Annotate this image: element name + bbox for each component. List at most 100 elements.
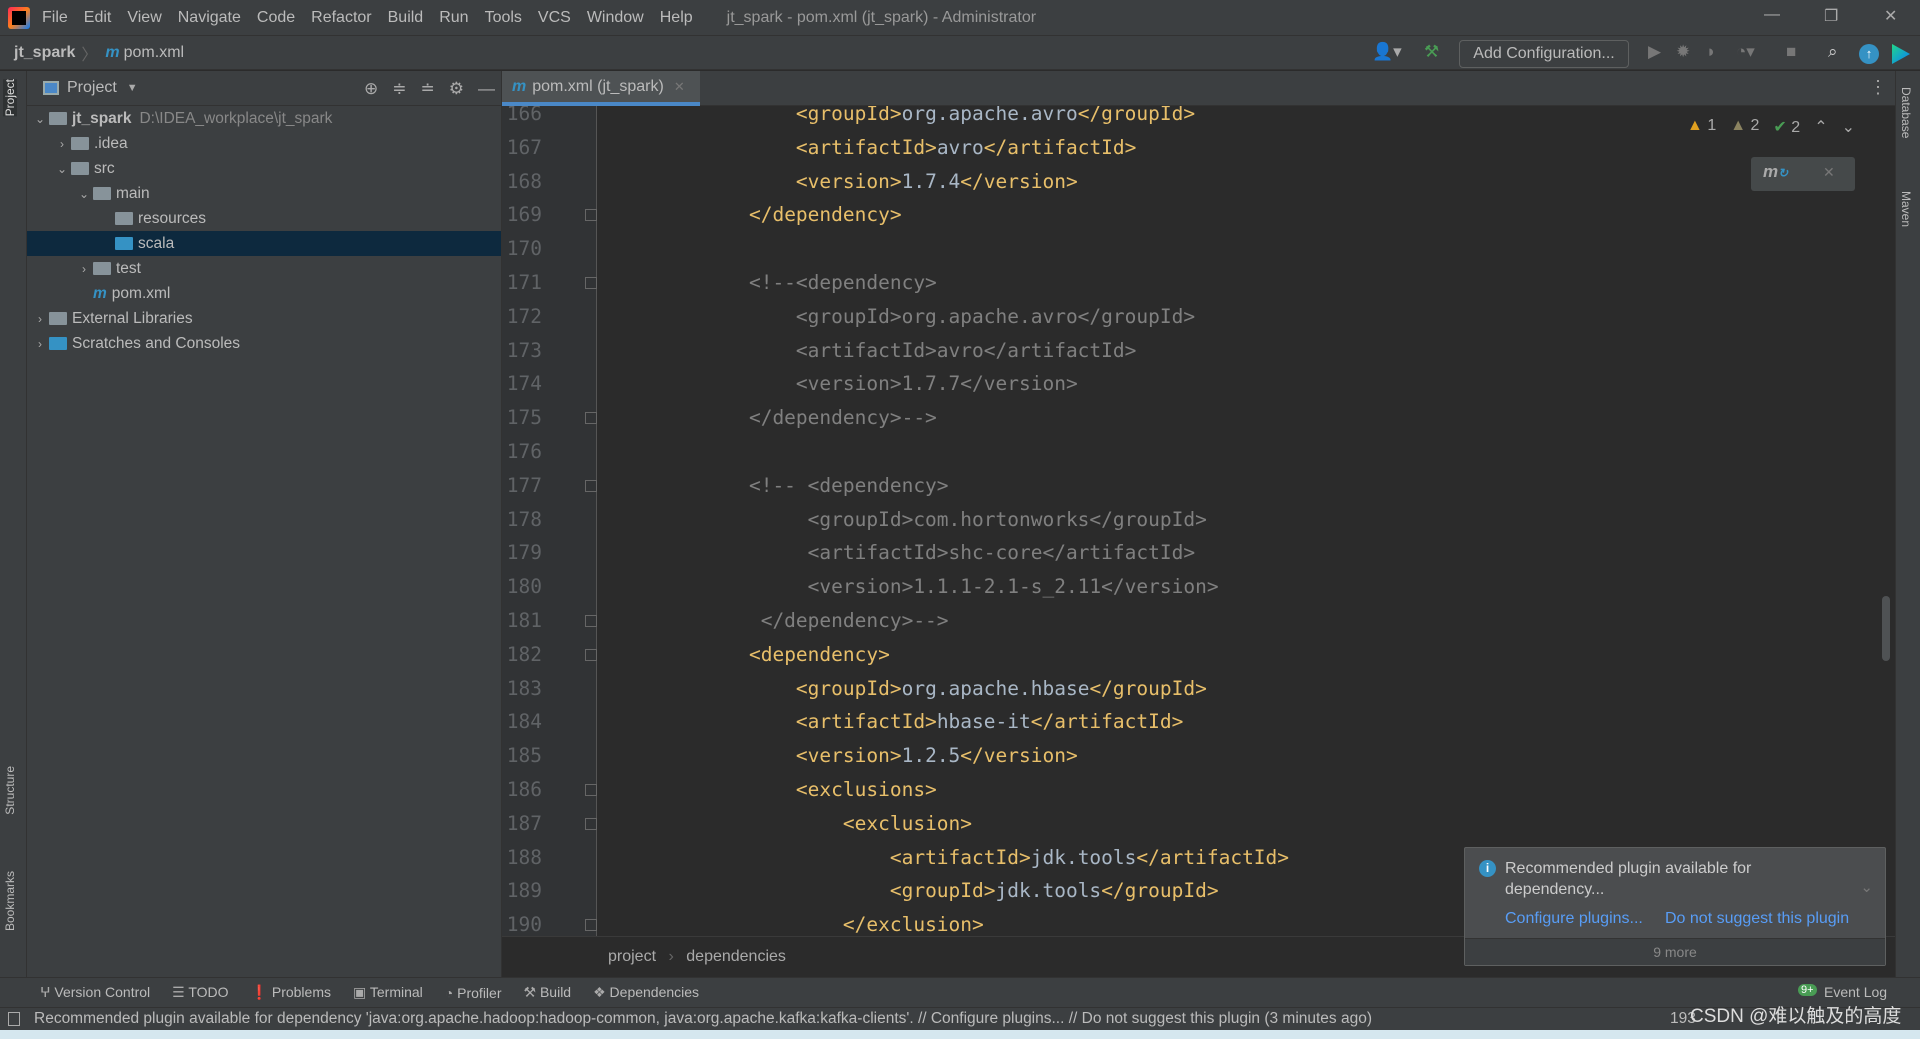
tree-item--idea[interactable]: › .idea [27,131,501,156]
code-line[interactable]: 179 <artifactId>shc-core</artifactId> [502,536,1882,570]
code-line[interactable]: 184 <artifactId>hbase-it</artifactId> [502,705,1882,739]
code-line[interactable]: 171 <!--<dependency> [502,266,1882,300]
code-line[interactable]: 166 <groupId>org.apache.avro</groupId> [502,106,1882,131]
weak-warning-count[interactable]: ▲ 2 [1730,117,1759,137]
menu-tools[interactable]: Tools [485,9,522,26]
status-message[interactable]: Recommended plugin available for depende… [34,1010,1372,1027]
chevron-right-icon[interactable]: › [31,337,49,351]
close-popup-icon[interactable]: ✕ [1823,164,1835,181]
restore-button[interactable]: ❐ [1824,6,1838,26]
tree-item-test[interactable]: › test [27,256,501,281]
menu-run[interactable]: Run [439,9,468,26]
maven-tool-button[interactable]: Maven [1899,191,1913,227]
chevron-down-icon[interactable]: ⌄ [75,187,93,201]
previous-highlight-icon[interactable]: ⌃ [1814,117,1827,137]
code-line[interactable]: 187 <exclusion> [502,807,1882,841]
menu-window[interactable]: Window [587,9,644,26]
code-line[interactable]: 173 <artifactId>avro</artifactId> [502,334,1882,368]
tool-window-build[interactable]: ⚒ Build [524,984,572,1001]
menu-vcs[interactable]: VCS [538,9,571,26]
next-highlight-icon[interactable]: ⌄ [1842,117,1855,137]
nav-file[interactable]: pom.xml [124,44,184,62]
debug-icon[interactable]: ✹ [1676,42,1690,62]
tree-item-scratches-and-consoles[interactable]: › Scratches and Consoles [27,331,501,356]
breadcrumb-project[interactable]: project [608,948,656,965]
breadcrumb-dependencies[interactable]: dependencies [686,948,786,965]
vertical-scrollbar[interactable] [1882,596,1890,661]
code-line[interactable]: 186 <exclusions> [502,773,1882,807]
code-line[interactable]: 185 <version>1.2.5</version> [502,739,1882,773]
code-line[interactable]: 168 <version>1.7.4</version> [502,165,1882,199]
tree-item-resources[interactable]: resources [27,206,501,231]
code-line[interactable]: 177 <!-- <dependency> [502,469,1882,503]
chevron-right-icon[interactable]: › [31,312,49,326]
code-line[interactable]: 167 <artifactId>avro</artifactId> [502,131,1882,165]
stop-icon[interactable]: ■ [1786,42,1796,62]
configure-plugins-link[interactable]: Configure plugins... [1505,910,1643,928]
chevron-right-icon[interactable]: › [75,262,93,276]
more-tabs-icon[interactable]: ⋮ [1869,77,1887,98]
user-icon[interactable]: 👤▾ [1372,42,1402,62]
tool-window-problems[interactable]: ❗ Problems [251,984,331,1001]
locate-icon[interactable]: ⊕ [364,79,378,99]
collapse-all-icon[interactable]: ≐ [421,79,435,99]
tree-item-scala[interactable]: scala [27,231,501,256]
tool-window-version-control[interactable]: ⵖ Version Control [40,984,150,1001]
database-tool-button[interactable]: Database [1899,87,1913,138]
search-icon[interactable]: ⌕ [1828,42,1838,62]
build-hammer-icon[interactable]: ⚒ [1424,42,1439,62]
chevron-down-icon[interactable]: ▼ [127,82,138,94]
gear-icon[interactable]: ⚙ [449,79,464,99]
code-line[interactable]: 170 [502,232,1882,266]
tree-item-pom-xml[interactable]: m pom.xml [27,281,501,306]
toggle-tool-windows-icon[interactable] [8,1012,20,1026]
do-not-suggest-link[interactable]: Do not suggest this plugin [1665,910,1849,928]
bookmarks-tool-button[interactable]: Bookmarks [3,871,17,931]
menu-help[interactable]: Help [660,9,693,26]
code-line[interactable]: 176 [502,435,1882,469]
expand-all-icon[interactable]: ≑ [392,79,406,99]
code-line[interactable]: 180 <version>1.1.1-2.1-s_2.11</version> [502,570,1882,604]
tree-item-jt-spark[interactable]: ⌄ jt_spark D:\IDEA_workplace\jt_spark [27,106,501,131]
code-line[interactable]: 174 <version>1.7.7</version> [502,367,1882,401]
chevron-right-icon[interactable]: › [53,137,71,151]
expand-chevron-icon[interactable]: ⌄ [1860,878,1873,896]
event-log-button[interactable]: Event Log [1824,984,1887,1000]
hide-icon[interactable]: — [478,79,495,99]
profile-icon[interactable]: ◔▾ [1736,42,1755,62]
code-line[interactable]: 172 <groupId>org.apache.avro</groupId> [502,300,1882,334]
tree-item-main[interactable]: ⌄ main [27,181,501,206]
run-icon[interactable]: ▶ [1648,42,1661,62]
menu-edit[interactable]: Edit [84,9,112,26]
chevron-down-icon[interactable]: ⌄ [31,112,49,126]
code-area[interactable]: 166 <groupId>org.apache.avro</groupId> 16… [502,106,1882,936]
tool-window-dependencies[interactable]: ❖ Dependencies [593,984,699,1001]
typo-count[interactable]: ✔ 2 [1773,117,1800,137]
close-window-button[interactable]: ✕ [1884,6,1897,26]
close-tab-icon[interactable]: ✕ [674,79,685,95]
tool-window-profiler[interactable]: ◔ Profiler [445,985,502,1001]
add-configuration-button[interactable]: Add Configuration... [1459,40,1629,68]
coverage-icon[interactable]: ◗ [1706,42,1716,62]
code-line[interactable]: 169 </dependency> [502,198,1882,232]
chevron-down-icon[interactable]: ⌄ [53,162,71,176]
nav-project[interactable]: jt_spark [14,44,75,62]
menu-file[interactable]: File [42,9,68,26]
tree-item-external-libraries[interactable]: › External Libraries [27,306,501,331]
inspection-widget[interactable]: ▲ 1 ▲ 2 ✔ 2 ⌃ ⌄ [1687,117,1855,137]
tool-window-terminal[interactable]: ▣ Terminal [353,984,423,1001]
warning-count[interactable]: ▲ 1 [1687,117,1716,137]
tool-window-todo[interactable]: ☰ TODO [172,984,228,1001]
menu-view[interactable]: View [127,9,161,26]
project-view-selector[interactable]: Project [67,79,117,97]
menu-navigate[interactable]: Navigate [178,9,241,26]
tree-item-src[interactable]: ⌄ src [27,156,501,181]
maven-reload-icon[interactable]: m↻ [1763,162,1788,182]
code-line[interactable]: 181 </dependency>--> [502,604,1882,638]
project-tool-button[interactable]: Project [3,79,17,117]
menu-build[interactable]: Build [388,9,424,26]
code-line[interactable]: 175 </dependency>--> [502,401,1882,435]
update-icon[interactable]: ↑ [1859,44,1879,64]
more-notifications[interactable]: 9 more [1465,938,1885,965]
code-line[interactable]: 182 <dependency> [502,638,1882,672]
